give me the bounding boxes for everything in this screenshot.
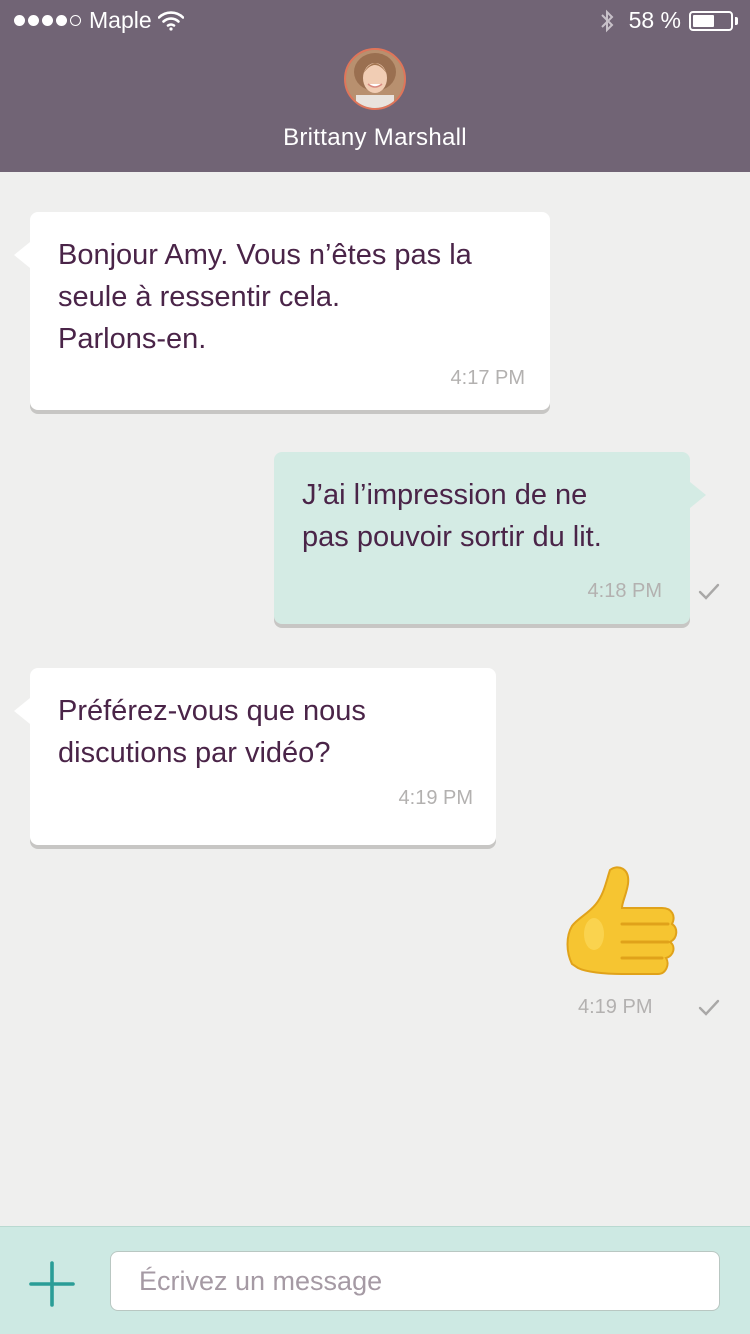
status-right: 58 % — [599, 7, 738, 34]
battery-percent: 58 % — [628, 7, 681, 33]
incoming-message-bubble[interactable]: Préférez-vous que nous discutions par vi… — [14, 668, 496, 845]
wifi-icon — [157, 10, 184, 31]
message-text: J’ai l’impression de ne pas pouvoir sort… — [302, 479, 602, 553]
chat-header: Maple 58 % Brittany Marshall — [0, 0, 750, 172]
checkmark-icon — [698, 583, 720, 600]
contact-avatar[interactable] — [344, 48, 406, 110]
message-timestamp: 4:19 PM — [578, 996, 653, 1018]
bubble-tail — [14, 698, 30, 724]
status-left: Maple — [14, 7, 184, 34]
status-bar: Maple 58 % — [0, 0, 750, 40]
message-timestamp: 4:18 PM — [587, 580, 662, 602]
message-text: Bonjour Amy. Vous n’êtes pas la seule à … — [58, 239, 472, 355]
message-timestamp: 4:19 PM — [398, 787, 473, 809]
message-text: Préférez-vous que nous discutions par vi… — [58, 695, 366, 769]
message-input[interactable] — [110, 1251, 720, 1311]
battery-nub — [735, 16, 738, 25]
battery-level — [693, 14, 714, 27]
message-composer — [0, 1226, 750, 1334]
bubble-tail — [14, 242, 30, 268]
carrier-name: Maple — [89, 7, 152, 33]
plus-icon[interactable] — [29, 1261, 75, 1307]
bubble-tail — [690, 482, 706, 508]
outgoing-message-bubble[interactable]: J’ai l’impression de ne pas pouvoir sort… — [274, 452, 706, 624]
thumbs-up-icon[interactable] — [564, 862, 682, 986]
battery-icon — [689, 10, 733, 31]
incoming-message-bubble[interactable]: Bonjour Amy. Vous n’êtes pas la seule à … — [14, 212, 550, 410]
bluetooth-icon — [600, 9, 613, 32]
checkmark-icon — [698, 999, 720, 1016]
message-timestamp: 4:17 PM — [450, 367, 525, 389]
contact-name[interactable]: Brittany Marshall — [0, 124, 750, 152]
signal-strength-icon — [14, 15, 81, 26]
